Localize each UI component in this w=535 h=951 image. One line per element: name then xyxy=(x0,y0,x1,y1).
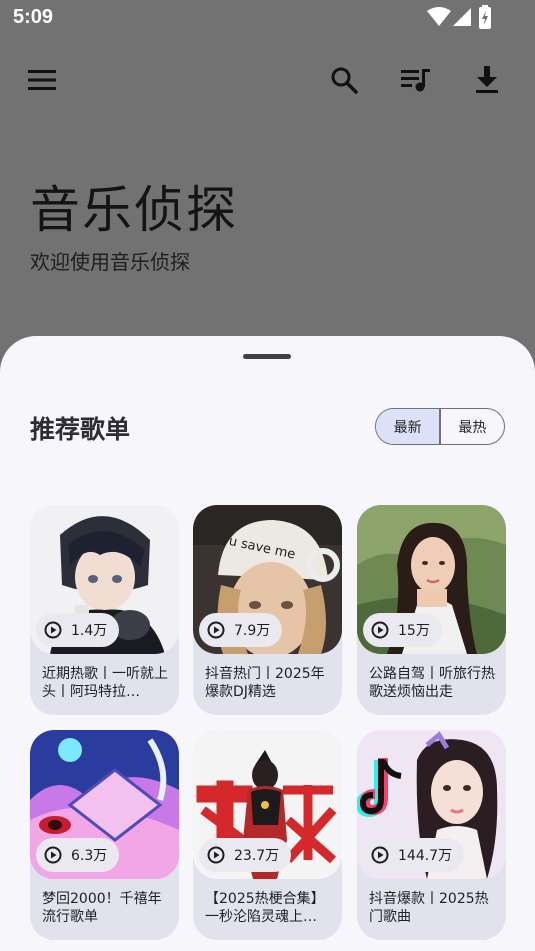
app-subtitle: 欢迎使用音乐侦探 xyxy=(30,250,190,274)
section-title: 推荐歌单 xyxy=(30,415,131,444)
play-circle-icon xyxy=(369,619,391,641)
status-time: 5:09 xyxy=(13,6,54,28)
recommend-bottom-sheet: 推荐歌单 最新 最热 1.4万 近期热歌丨一听就上头丨阿玛特拉… u save … xyxy=(0,336,535,951)
menu-icon xyxy=(28,69,56,95)
playlist-title: 抖音热门丨2025年爆款DJ精选 xyxy=(205,666,325,700)
download-icon xyxy=(475,66,499,98)
app-title: 音乐侦探 xyxy=(30,181,238,239)
playlist-card[interactable]: u save me 7.9万 抖音热门丨2025年爆款DJ精选 xyxy=(193,505,342,715)
wifi-icon xyxy=(427,7,451,31)
playlist-title: 近期热歌丨一听就上头丨阿玛特拉… xyxy=(42,666,168,700)
play-count-badge: 23.7万 xyxy=(199,838,292,872)
menu-button[interactable] xyxy=(22,62,62,102)
playlist-card[interactable]: 1.4万 近期热歌丨一听就上头丨阿玛特拉… xyxy=(30,505,179,715)
signal-icon xyxy=(452,7,472,31)
play-count-badge: 7.9万 xyxy=(199,613,283,647)
play-circle-icon xyxy=(205,844,227,866)
tab-newest[interactable]: 最新 xyxy=(376,409,440,444)
play-count-text: 144.7万 xyxy=(398,848,453,864)
playlist-title: 公路自驾丨听旅行热歌送烦恼出走 xyxy=(369,666,495,700)
play-count-badge: 144.7万 xyxy=(363,838,465,872)
sort-segmented-control: 最新 最热 xyxy=(375,408,505,445)
play-count-text: 6.3万 xyxy=(71,848,108,864)
play-count-text: 7.9万 xyxy=(234,623,271,639)
top-app-bar xyxy=(0,56,535,112)
playlist-title: 【2025热梗合集】一秒沦陷灵魂上… xyxy=(205,891,325,925)
download-button[interactable] xyxy=(467,62,507,102)
tab-hottest[interactable]: 最热 xyxy=(441,409,504,444)
play-count-text: 23.7万 xyxy=(234,848,280,864)
playlist-card[interactable]: 15万 公路自驾丨听旅行热歌送烦恼出走 xyxy=(357,505,506,715)
playlist-card[interactable]: 144.7万 抖音爆款丨2025热门歌曲 xyxy=(357,730,506,940)
search-icon xyxy=(330,66,358,98)
play-count-badge: 15万 xyxy=(363,613,442,647)
play-count-text: 1.4万 xyxy=(71,623,108,639)
drag-handle[interactable] xyxy=(243,354,291,359)
playlist-title: 梦回2000！千禧年流行歌单 xyxy=(42,891,162,925)
play-count-text: 15万 xyxy=(398,623,430,639)
play-circle-icon xyxy=(369,844,391,866)
playlist-card[interactable]: 6.3万 梦回2000！千禧年流行歌单 xyxy=(30,730,179,940)
status-bar: 5:09 xyxy=(0,0,535,36)
battery-charging-icon xyxy=(479,5,495,33)
playlist-card[interactable]: 23.7万 【2025热梗合集】一秒沦陷灵魂上… xyxy=(193,730,342,940)
play-count-badge: 6.3万 xyxy=(36,838,120,872)
playlist-title: 抖音爆款丨2025热门歌曲 xyxy=(369,891,489,925)
play-circle-icon xyxy=(42,619,64,641)
playlist-queue-button[interactable] xyxy=(396,62,436,102)
play-circle-icon xyxy=(42,844,64,866)
search-button[interactable] xyxy=(324,62,364,102)
queue-music-icon xyxy=(401,67,431,97)
play-circle-icon xyxy=(205,619,227,641)
play-count-badge: 1.4万 xyxy=(36,613,120,647)
